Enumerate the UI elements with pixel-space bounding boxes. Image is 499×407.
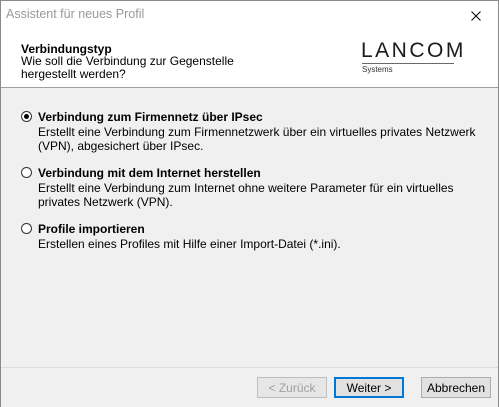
- radio-import[interactable]: [21, 223, 32, 234]
- radio-ipsec[interactable]: [21, 111, 32, 122]
- wizard-header: Verbindungstyp Wie soll die Verbindung z…: [1, 30, 498, 88]
- page-subtitle: Wie soll die Verbindung zur Gegenstelle …: [21, 54, 234, 81]
- option-ipsec-label[interactable]: Verbindung zum Firmennetz über IPsec: [38, 110, 263, 124]
- option-import-label[interactable]: Profile importieren: [38, 222, 145, 236]
- wizard-window: Assistent für neues Profil Verbindungsty…: [0, 0, 499, 407]
- option-internet-label[interactable]: Verbindung mit dem Internet herstellen: [38, 166, 261, 180]
- option-internet-description: Erstellt eine Verbindung zum Internet oh…: [38, 181, 454, 209]
- next-button[interactable]: Weiter >: [334, 377, 404, 398]
- option-import-description: Erstellen eines Profiles mit Hilfe einer…: [38, 237, 341, 251]
- option-ipsec-description: Erstellt eine Verbindung zum Firmennetzw…: [38, 125, 476, 153]
- button-bar: < Zurück Weiter > Abbrechen: [1, 367, 498, 407]
- options-panel: Verbindung zum Firmennetz über IPsec Ers…: [1, 88, 498, 367]
- cancel-button[interactable]: Abbrechen: [421, 377, 491, 398]
- back-button[interactable]: < Zurück: [257, 377, 327, 398]
- logo-wordmark: LANCOM: [361, 39, 466, 62]
- logo-divider: [362, 63, 454, 64]
- lancom-logo: LANCOM Systems: [361, 39, 463, 75]
- title-bar[interactable]: Assistent für neues Profil: [1, 1, 498, 30]
- close-button[interactable]: [453, 1, 498, 30]
- window-title: Assistent für neues Profil: [6, 7, 145, 21]
- radio-internet[interactable]: [21, 167, 32, 178]
- logo-tagline: Systems: [362, 65, 393, 74]
- close-icon: [470, 10, 481, 21]
